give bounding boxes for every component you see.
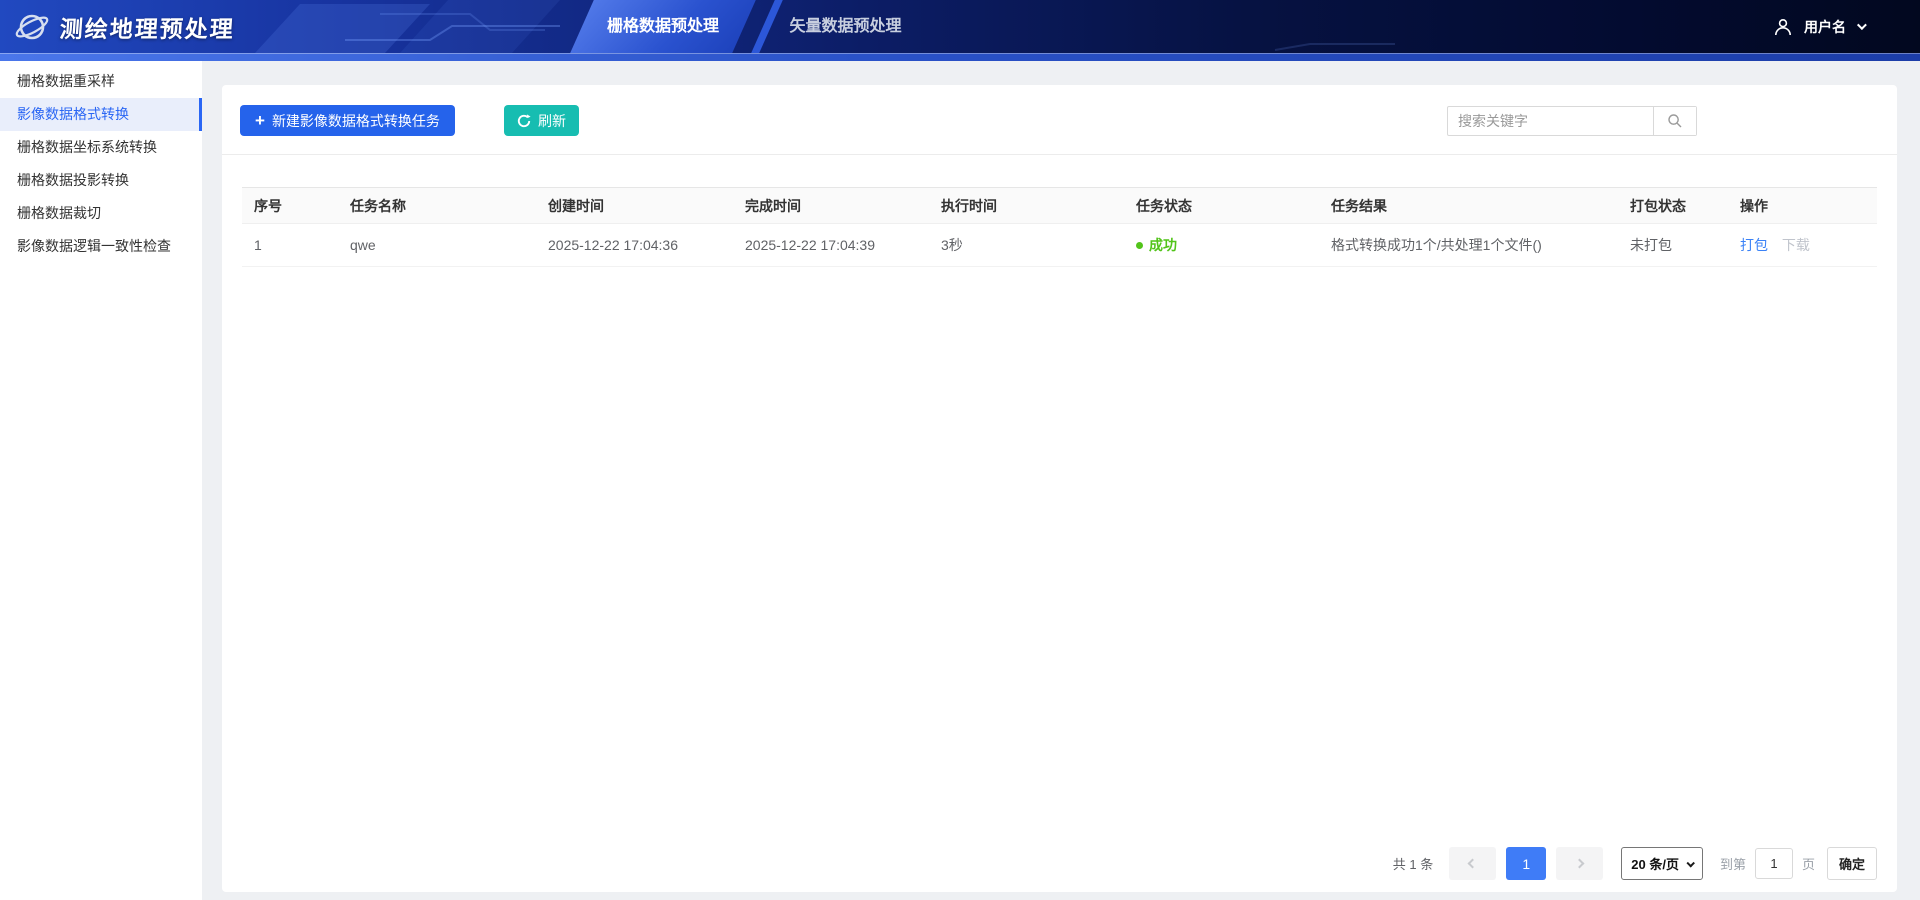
sidebar-item-image-logic-check[interactable]: 影像数据逻辑一致性检查 bbox=[0, 230, 202, 263]
task-table: 序号 任务名称 创建时间 完成时间 执行时间 任务状态 任务结果 打包状态 操作… bbox=[242, 187, 1877, 267]
cell-exec-time: 3秒 bbox=[929, 224, 1124, 267]
chevron-left-icon bbox=[1468, 859, 1478, 869]
col-created-time: 创建时间 bbox=[536, 188, 733, 224]
col-index: 序号 bbox=[242, 188, 338, 224]
col-task-status: 任务状态 bbox=[1124, 188, 1319, 224]
new-task-button[interactable]: + 新建影像数据格式转换任务 bbox=[240, 105, 455, 136]
sidebar: 栅格数据重采样 影像数据格式转换 栅格数据坐标系统转换 栅格数据投影转换 栅格数… bbox=[0, 61, 202, 900]
app-header: 测绘地理预处理 栅格数据预处理 矢量数据预处理 用户名 bbox=[0, 0, 1920, 53]
cell-task-name: qwe bbox=[338, 224, 536, 267]
sidebar-item-image-format-convert[interactable]: 影像数据格式转换 bbox=[0, 98, 202, 131]
task-table-container: 序号 任务名称 创建时间 完成时间 执行时间 任务状态 任务结果 打包状态 操作… bbox=[242, 187, 1877, 267]
sidebar-item-raster-projection-convert[interactable]: 栅格数据投影转换 bbox=[0, 164, 202, 197]
col-task-name: 任务名称 bbox=[338, 188, 536, 224]
user-icon bbox=[1773, 17, 1793, 37]
cell-actions: 打包 下载 bbox=[1728, 224, 1877, 267]
pagination-total: 共 1 条 bbox=[1393, 854, 1433, 873]
sidebar-item-raster-resample[interactable]: 栅格数据重采样 bbox=[0, 65, 202, 98]
tab-vector-preprocess[interactable]: 矢量数据预处理 bbox=[778, 0, 913, 53]
goto-prefix-label: 到第 bbox=[1720, 854, 1746, 873]
new-task-button-label: 新建影像数据格式转换任务 bbox=[272, 111, 440, 131]
chevron-right-icon bbox=[1575, 859, 1585, 869]
search-input[interactable] bbox=[1448, 107, 1653, 135]
app-logo-icon bbox=[14, 9, 50, 45]
status-dot-icon bbox=[1136, 242, 1143, 249]
goto-confirm-button[interactable]: 确定 bbox=[1827, 847, 1877, 880]
brand: 测绘地理预处理 bbox=[14, 0, 235, 53]
chevron-down-icon bbox=[1857, 20, 1867, 30]
col-pack-status: 打包状态 bbox=[1618, 188, 1728, 224]
header-bottom-strip bbox=[0, 53, 1920, 61]
header-circuit-decoration bbox=[0, 0, 1920, 53]
user-name: 用户名 bbox=[1804, 17, 1846, 37]
cell-task-status: 成功 bbox=[1124, 224, 1319, 267]
refresh-button-label: 刷新 bbox=[538, 111, 566, 131]
sidebar-item-raster-coordsys-convert[interactable]: 栅格数据坐标系统转换 bbox=[0, 131, 202, 164]
page-size-label: 20 条/页 bbox=[1631, 854, 1679, 873]
status-text: 成功 bbox=[1149, 235, 1177, 255]
col-finished-time: 完成时间 bbox=[733, 188, 929, 224]
search-icon bbox=[1667, 113, 1683, 129]
next-page-button[interactable] bbox=[1556, 847, 1603, 880]
select-chevron-down-icon bbox=[1686, 859, 1694, 867]
page-size-select[interactable]: 20 条/页 bbox=[1621, 847, 1703, 880]
page-title: 测绘地理预处理 bbox=[59, 10, 236, 44]
goto-suffix-label: 页 bbox=[1802, 854, 1815, 873]
cell-created-time: 2025-12-22 17:04:36 bbox=[536, 224, 733, 267]
search-button[interactable] bbox=[1653, 107, 1696, 135]
pack-link[interactable]: 打包 bbox=[1740, 237, 1768, 253]
table-row: 1 qwe 2025-12-22 17:04:36 2025-12-22 17:… bbox=[242, 224, 1877, 267]
cell-index: 1 bbox=[242, 224, 338, 267]
toolbar: + 新建影像数据格式转换任务 刷新 bbox=[222, 85, 1897, 155]
current-page-button[interactable]: 1 bbox=[1506, 847, 1546, 880]
tab-raster-preprocess[interactable]: 栅格数据预处理 bbox=[588, 0, 738, 53]
goto-page-input[interactable] bbox=[1755, 848, 1793, 879]
cell-task-result: 格式转换成功1个/共处理1个文件() bbox=[1319, 224, 1618, 267]
user-menu[interactable]: 用户名 bbox=[1773, 0, 1864, 53]
download-link[interactable]: 下载 bbox=[1782, 237, 1810, 253]
plus-icon: + bbox=[255, 112, 265, 129]
table-header-row: 序号 任务名称 创建时间 完成时间 执行时间 任务状态 任务结果 打包状态 操作 bbox=[242, 188, 1877, 224]
search-box bbox=[1447, 106, 1697, 136]
content-panel: + 新建影像数据格式转换任务 刷新 bbox=[222, 85, 1897, 892]
pagination: 共 1 条 1 20 条/页 到第 页 确定 bbox=[1393, 847, 1877, 880]
col-exec-time: 执行时间 bbox=[929, 188, 1124, 224]
col-task-result: 任务结果 bbox=[1319, 188, 1618, 224]
cell-finished-time: 2025-12-22 17:04:39 bbox=[733, 224, 929, 267]
top-nav-tabs: 栅格数据预处理 矢量数据预处理 bbox=[560, 0, 960, 53]
col-actions: 操作 bbox=[1728, 188, 1877, 224]
refresh-icon bbox=[517, 114, 531, 128]
cell-pack-status: 未打包 bbox=[1618, 224, 1728, 267]
prev-page-button[interactable] bbox=[1449, 847, 1496, 880]
refresh-button[interactable]: 刷新 bbox=[504, 105, 579, 136]
sidebar-item-raster-clip[interactable]: 栅格数据裁切 bbox=[0, 197, 202, 230]
